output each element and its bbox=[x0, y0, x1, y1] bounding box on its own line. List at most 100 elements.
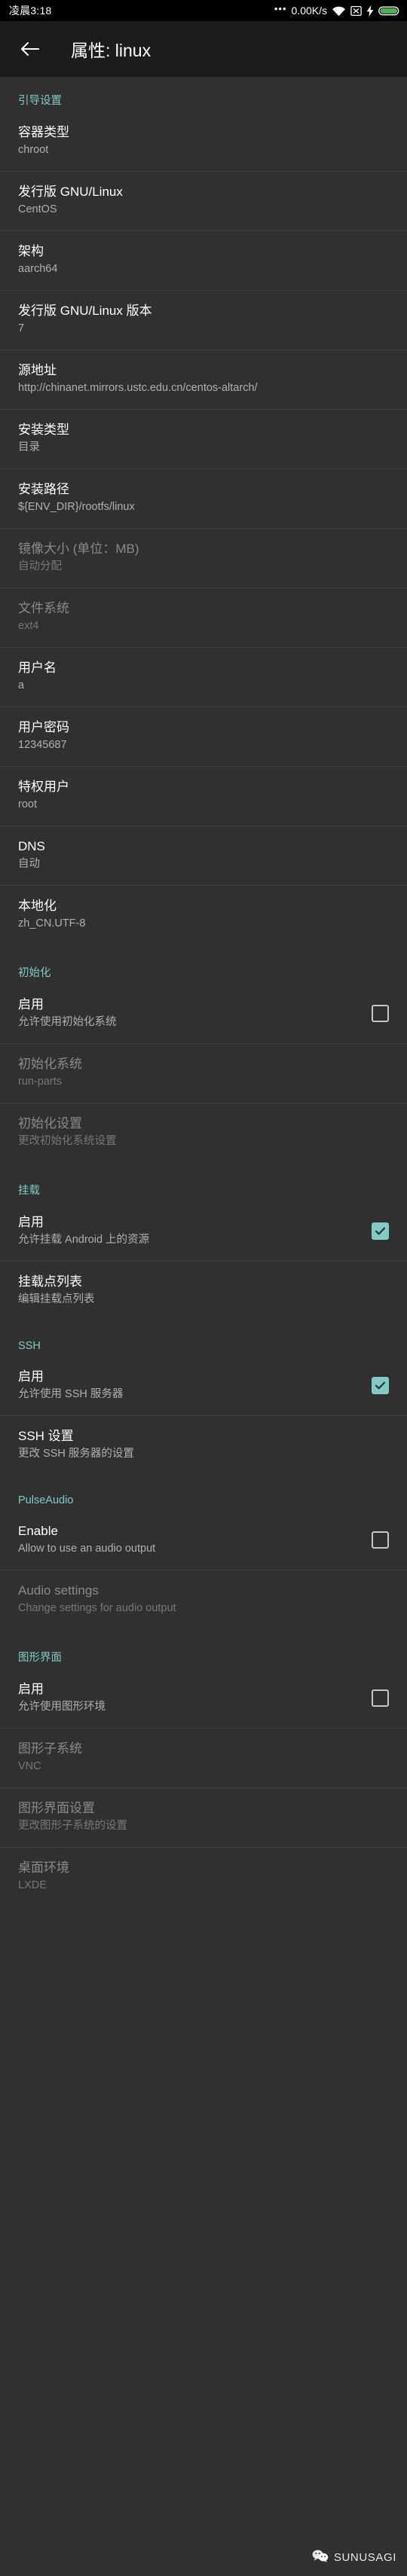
setting-row-architecture[interactable]: 架构 aarch64 bbox=[0, 231, 407, 290]
setting-row-init-enable[interactable]: 启用允许使用初始化系统 bbox=[0, 984, 407, 1043]
setting-summary-container-type: chroot bbox=[18, 144, 49, 157]
setting-summary-username: a bbox=[18, 679, 25, 692]
setting-row-distribution[interactable]: 发行版 GNU/Linux CentOS bbox=[0, 172, 407, 230]
setting-summary-source-url: http://chinanet.mirrors.ustc.edu.cn/cent… bbox=[18, 382, 258, 395]
setting-row-gui-enable[interactable]: 启用 允许使用图形环境 bbox=[0, 1669, 407, 1728]
checkbox-gui-enable[interactable] bbox=[372, 1689, 389, 1707]
setting-title-filesystem: 文件系统 bbox=[18, 601, 69, 615]
setting-row-source-url[interactable]: 源地址 http://chinanet.mirrors.ustc.edu.cn/c… bbox=[0, 350, 407, 409]
watermark-label: SUNUSAGI bbox=[333, 2551, 396, 2564]
setting-summary-init-enable: 允许使用初始化系统 bbox=[18, 1016, 117, 1029]
setting-text-install-type: 安装类型 目录 bbox=[18, 422, 389, 456]
setting-summary-install-type: 目录 bbox=[18, 441, 40, 454]
setting-title-container-type: 容器类型 bbox=[18, 125, 69, 139]
setting-text-privileged-user: 特权用户 root bbox=[18, 779, 389, 813]
setting-row-privileged-user[interactable]: 特权用户 root bbox=[0, 767, 407, 826]
setting-row-desktop-env: 桌面环境 LXDE bbox=[0, 1848, 407, 1906]
setting-title-audio-settings: Audio settings bbox=[18, 1583, 99, 1598]
setting-row-ssh-settings[interactable]: SSH 设置更改 SSH 服务器的设置 bbox=[0, 1416, 407, 1475]
setting-summary-mount-enable: 允许挂载 Android 上的资源 bbox=[18, 1234, 150, 1247]
setting-title-gui-enable: 启用 bbox=[18, 1682, 44, 1696]
back-arrow-icon[interactable] bbox=[17, 36, 42, 62]
setting-text-init-settings: 初始化设置更改初始化系统设置 bbox=[18, 1116, 389, 1149]
setting-text-init-enable: 启用允许使用初始化系统 bbox=[18, 997, 361, 1030]
setting-text-image-size: 镜像大小 (单位：MB) 自动分配 bbox=[18, 541, 389, 575]
setting-row-audio-enable[interactable]: Enable Allow to use an audio output bbox=[0, 1511, 407, 1570]
setting-title-init-enable: 启用 bbox=[18, 997, 44, 1012]
setting-row-gui-subsystem: 图形子系统 VNC bbox=[0, 1729, 407, 1787]
setting-title-ssh-enable: 启用 bbox=[18, 1369, 44, 1384]
setting-row-audio-settings: Audio settings Change settings for audio … bbox=[0, 1570, 407, 1629]
setting-row-locale[interactable]: 本地化 zh_CN.UTF-8 bbox=[0, 886, 407, 945]
setting-summary-ssh-settings: 更改 SSH 服务器的设置 bbox=[18, 1448, 134, 1460]
setting-summary-mount-point-list: 编辑挂载点列表 bbox=[18, 1293, 95, 1306]
setting-title-gui-subsystem: 图形子系统 bbox=[18, 1741, 82, 1756]
setting-row-gui-settings: 图形界面设置 更改图形子系统的设置 bbox=[0, 1788, 407, 1847]
setting-text-filesystem: 文件系统 ext4 bbox=[18, 600, 389, 634]
setting-summary-distribution-ver: 7 bbox=[18, 322, 25, 335]
setting-text-desktop-env: 桌面环境 LXDE bbox=[18, 1860, 389, 1894]
setting-text-audio-settings: Audio settings Change settings for audio … bbox=[18, 1583, 389, 1616]
setting-row-install-type[interactable]: 安装类型 目录 bbox=[0, 410, 407, 469]
setting-text-init-system: 初始化系统 run-parts bbox=[18, 1056, 389, 1090]
battery-icon bbox=[378, 5, 401, 17]
setting-text-gui-enable: 启用 允许使用图形环境 bbox=[18, 1681, 361, 1715]
status-bar-clock: 凌晨3:18 bbox=[9, 5, 52, 17]
checkbox-mount-enable[interactable] bbox=[372, 1222, 389, 1240]
setting-summary-architecture: aarch64 bbox=[18, 263, 58, 276]
setting-summary-audio-enable: Allow to use an audio output bbox=[18, 1543, 156, 1555]
section-header-mount: 挂载 bbox=[18, 1185, 40, 1197]
setting-title-init-system: 初始化系统 bbox=[18, 1057, 82, 1071]
setting-text-user-password: 用户密码 12345687 bbox=[18, 719, 389, 753]
section-header-pulseaudio: PulseAudio bbox=[18, 1494, 74, 1506]
setting-text-container-type: 容器类型 chroot bbox=[18, 124, 389, 158]
setting-text-dns: DNS 自动 bbox=[18, 838, 389, 872]
setting-summary-distribution: CentOS bbox=[18, 203, 57, 216]
checkbox-ssh-enable[interactable] bbox=[372, 1377, 389, 1394]
setting-title-username: 用户名 bbox=[18, 661, 57, 675]
status-bar-icons: ••• 0.00K/s bbox=[274, 2, 401, 17]
status-bar: 凌晨3:18 ••• 0.00K/s bbox=[0, 0, 407, 21]
setting-title-install-path: 安装路径 bbox=[18, 482, 69, 496]
setting-title-install-type: 安装类型 bbox=[18, 423, 69, 437]
setting-title-distribution-ver: 发行版 GNU/Linux 版本 bbox=[18, 304, 152, 318]
setting-summary-init-settings: 更改初始化系统设置 bbox=[18, 1135, 117, 1148]
setting-title-dns: DNS bbox=[18, 839, 45, 853]
section-header-gui: 图形界面 bbox=[18, 1652, 62, 1664]
setting-row-container-type[interactable]: 容器类型 chroot bbox=[0, 112, 407, 171]
setting-title-locale: 本地化 bbox=[18, 899, 57, 913]
setting-row-user-password[interactable]: 用户密码 12345687 bbox=[0, 707, 407, 766]
wechat-icon bbox=[312, 2550, 329, 2565]
checkbox-audio-enable[interactable] bbox=[372, 1531, 389, 1549]
setting-summary-install-path: ${ENV_DIR}/rootfs/linux bbox=[18, 501, 135, 514]
setting-row-username[interactable]: 用户名 a bbox=[0, 648, 407, 707]
setting-title-ssh-settings: SSH 设置 bbox=[18, 1429, 74, 1443]
setting-summary-privileged-user: root bbox=[18, 798, 37, 811]
setting-text-gui-settings: 图形界面设置 更改图形子系统的设置 bbox=[18, 1800, 389, 1834]
setting-text-mount-point-list: 挂载点列表编辑挂载点列表 bbox=[18, 1274, 389, 1308]
setting-row-ssh-enable[interactable]: 启用允许使用 SSH 服务器 bbox=[0, 1357, 407, 1415]
setting-row-init-system: 初始化系统 run-parts bbox=[0, 1044, 407, 1103]
more-dots-icon: ••• bbox=[274, 2, 287, 14]
setting-title-mount-point-list: 挂载点列表 bbox=[18, 1274, 82, 1289]
setting-text-source-url: 源地址 http://chinanet.mirrors.ustc.edu.cn/c… bbox=[18, 362, 389, 396]
setting-summary-audio-settings: Change settings for audio output bbox=[18, 1602, 176, 1615]
setting-row-mount-point-list[interactable]: 挂载点列表编辑挂载点列表 bbox=[0, 1262, 407, 1320]
setting-title-image-size: 镜像大小 (单位：MB) bbox=[18, 542, 139, 556]
setting-text-distribution: 发行版 GNU/Linux CentOS bbox=[18, 184, 389, 218]
setting-title-audio-enable: Enable bbox=[18, 1524, 58, 1538]
setting-row-distribution-ver[interactable]: 发行版 GNU/Linux 版本 7 bbox=[0, 291, 407, 349]
setting-row-mount-enable[interactable]: 启用允许挂载 Android 上的资源 bbox=[0, 1202, 407, 1261]
setting-title-user-password: 用户密码 bbox=[18, 720, 69, 734]
setting-row-init-settings: 初始化设置更改初始化系统设置 bbox=[0, 1103, 407, 1162]
setting-summary-ssh-enable: 允许使用 SSH 服务器 bbox=[18, 1388, 124, 1401]
setting-title-mount-enable: 启用 bbox=[18, 1215, 44, 1229]
setting-summary-image-size: 自动分配 bbox=[18, 560, 62, 573]
checkbox-init-enable[interactable] bbox=[372, 1005, 389, 1022]
section-header-ssh: SSH bbox=[18, 1340, 41, 1352]
setting-row-dns[interactable]: DNS 自动 bbox=[0, 826, 407, 885]
setting-summary-dns: 自动 bbox=[18, 858, 40, 871]
setting-row-install-path[interactable]: 安装路径 ${ENV_DIR}/rootfs/linux bbox=[0, 469, 407, 528]
settings-list: 引导设置 容器类型 chroot 发行版 GNU/Linux CentOS 架构 aarch… bbox=[0, 77, 407, 1906]
setting-title-init-settings: 初始化设置 bbox=[18, 1116, 82, 1131]
